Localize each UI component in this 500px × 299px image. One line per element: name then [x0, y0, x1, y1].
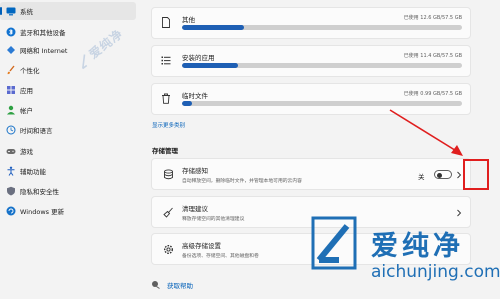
- watermark-url: aichunjing.com: [371, 262, 500, 282]
- gamepad-icon: [6, 146, 16, 156]
- sidebar-item-label: 辅助功能: [20, 168, 46, 176]
- sidebar-item-gaming[interactable]: 游戏: [0, 142, 136, 160]
- storage-item-other[interactable]: 其他 已使用 12.6 GB/57.5 GB: [151, 7, 471, 39]
- watermark-logo-icon: [311, 216, 357, 270]
- storage-item-name: 其他: [182, 16, 195, 24]
- storage-item-used: 已使用 12.6 GB/57.5 GB: [403, 15, 462, 21]
- document-icon: [162, 17, 170, 28]
- toggle-state-label: 关: [418, 173, 425, 181]
- show-more-categories-link[interactable]: 显示更多类别: [152, 121, 185, 129]
- watermark-cn-text: 爱纯净: [371, 231, 464, 262]
- sidebar: 系统 蓝牙和其他设备 网络和 Internet 个性化 应用 帐户 时间和语言 …: [0, 0, 140, 299]
- sidebar-item-label: 应用: [20, 87, 33, 95]
- sidebar-item-personalization[interactable]: 个性化: [0, 61, 136, 79]
- annotation-highlight-box: [463, 159, 489, 190]
- sidebar-item-label: 个性化: [20, 67, 40, 75]
- storage-item-used: 已使用 11.4 GB/57.5 GB: [403, 53, 462, 59]
- sidebar-item-privacy[interactable]: 隐私和安全性: [0, 182, 136, 200]
- storage-usage-fill: [182, 63, 238, 68]
- shield-icon: [6, 186, 16, 196]
- sidebar-item-label: Windows 更新: [20, 208, 65, 216]
- storage-item-name: 临时文件: [182, 92, 208, 100]
- brush-icon: [6, 65, 16, 75]
- setting-description: 释放存储空间的其他清理建议: [182, 217, 245, 222]
- storage-item-name: 安装的应用: [182, 54, 215, 62]
- storage-usage-bar: [182, 63, 462, 68]
- wifi-diamond-icon: [6, 45, 16, 55]
- toggle-knob: [437, 172, 442, 178]
- sidebar-item-time-language[interactable]: 时间和语言: [0, 121, 136, 139]
- help-icon: [152, 281, 160, 289]
- setting-title: 高级存储设置: [182, 242, 221, 250]
- get-help-link[interactable]: 获取帮助: [151, 280, 193, 290]
- sidebar-item-label: 帐户: [20, 107, 33, 115]
- person-icon: [6, 105, 16, 115]
- sidebar-item-label: 隐私和安全性: [20, 188, 59, 196]
- storage-usage-bar: [182, 101, 462, 106]
- storage-drive-icon: [164, 169, 173, 180]
- accessibility-icon: [6, 166, 16, 176]
- update-icon: [6, 206, 16, 216]
- broom-icon: [163, 207, 173, 218]
- monitor-icon: [6, 6, 16, 16]
- watermark: 爱纯净 aichunjing.com: [305, 212, 500, 299]
- setting-description: 备份选项、存储空间、其他磁盘和卷: [182, 254, 259, 259]
- setting-description: 自动释放空间，删除临时文件，并管理本地可用的云内容: [182, 179, 302, 184]
- storage-usage-fill: [182, 25, 244, 30]
- selection-indicator: [0, 7, 2, 15]
- globe-clock-icon: [6, 125, 16, 135]
- sidebar-item-label: 系统: [20, 8, 33, 16]
- list-icon: [161, 56, 171, 65]
- bluetooth-icon: [6, 27, 16, 37]
- sidebar-item-label: 游戏: [20, 148, 33, 156]
- storage-item-installed-apps[interactable]: 安装的应用 已使用 11.4 GB/57.5 GB: [151, 45, 471, 77]
- apps-grid-icon: [6, 85, 16, 95]
- sidebar-item-label: 网络和 Internet: [20, 47, 68, 55]
- storage-usage-fill: [182, 101, 192, 106]
- setting-title: 存储感知: [182, 167, 208, 175]
- annotation-arrow: [389, 109, 463, 156]
- sidebar-item-accounts[interactable]: 帐户: [0, 101, 136, 119]
- gear-icon: [164, 245, 173, 254]
- storage-sense-toggle[interactable]: [434, 170, 452, 179]
- sidebar-item-accessibility[interactable]: 辅助功能: [0, 162, 136, 180]
- sidebar-item-label: 时间和语言: [20, 127, 53, 135]
- section-title-storage-management: 存储管理: [152, 147, 178, 155]
- setting-title: 清理建议: [182, 205, 208, 213]
- storage-usage-bar: [182, 25, 462, 30]
- get-help-label: 获取帮助: [167, 282, 193, 290]
- sidebar-item-label: 蓝牙和其他设备: [20, 29, 66, 37]
- storage-item-used: 已使用 0.99 GB/57.5 GB: [403, 91, 462, 97]
- sidebar-item-windows-update[interactable]: Windows 更新: [0, 202, 136, 220]
- trash-icon: [162, 93, 170, 104]
- sidebar-item-apps[interactable]: 应用: [0, 81, 136, 99]
- sidebar-item-system[interactable]: 系统: [0, 2, 136, 20]
